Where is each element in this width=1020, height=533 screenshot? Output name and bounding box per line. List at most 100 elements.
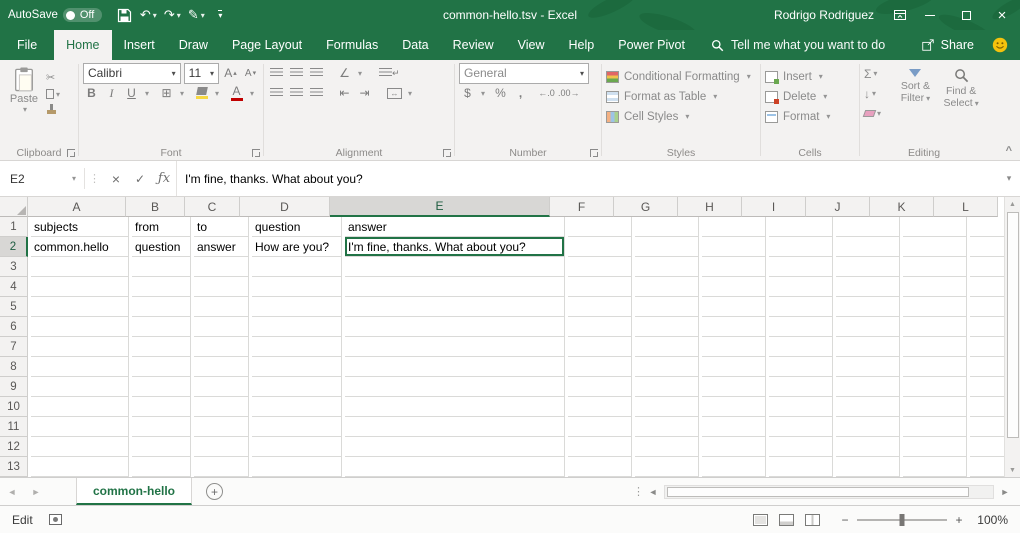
cell-D4[interactable]	[252, 277, 342, 297]
bold-button[interactable]: B	[83, 83, 100, 103]
tab-file[interactable]: File	[0, 30, 54, 60]
cell-F10[interactable]	[568, 397, 632, 417]
clear-dropdown-icon[interactable]: ▾	[877, 109, 881, 118]
cell-H7[interactable]	[702, 337, 766, 357]
autosum-dropdown-icon[interactable]: ▾	[873, 69, 877, 78]
cell-G5[interactable]	[635, 297, 699, 317]
merge-center-button[interactable]: ↔	[386, 83, 403, 103]
format-cells-button[interactable]: Format ▾	[765, 108, 855, 125]
cell-A4[interactable]	[31, 277, 129, 297]
column-header-B[interactable]: B	[126, 197, 185, 217]
cell-B13[interactable]	[132, 457, 191, 477]
cell-H12[interactable]	[702, 437, 766, 457]
cell-A2[interactable]: common.hello	[31, 237, 129, 257]
cell-I9[interactable]	[769, 377, 833, 397]
cell-D8[interactable]	[252, 357, 342, 377]
insert-cells-button[interactable]: Insert ▾	[765, 68, 855, 85]
formula-bar-expand-button[interactable]: ▾	[998, 161, 1020, 196]
cell-D2[interactable]: How are you?	[252, 237, 342, 257]
cell-D3[interactable]	[252, 257, 342, 277]
cell-A12[interactable]	[31, 437, 129, 457]
column-header-C[interactable]: C	[185, 197, 240, 217]
row-header-4[interactable]: 4	[0, 277, 28, 297]
hscroll-left-button[interactable]: ◄	[644, 487, 662, 497]
number-dialog-launcher-icon[interactable]	[590, 149, 598, 157]
align-middle-button[interactable]	[288, 63, 305, 83]
scroll-up-icon[interactable]: ▲	[1005, 197, 1020, 211]
undo-button[interactable]: ↶▾	[136, 0, 160, 30]
cell-I1[interactable]	[769, 217, 833, 237]
cell-E1[interactable]: answer	[345, 217, 565, 237]
font-color-button[interactable]: A	[228, 83, 245, 103]
share-button[interactable]: Share	[921, 30, 974, 60]
column-header-D[interactable]: D	[240, 197, 330, 217]
align-right-button[interactable]	[308, 83, 325, 103]
autosave-toggle[interactable]: AutoSave Off	[8, 8, 102, 22]
font-size-dropdown-icon[interactable]: ▾	[210, 69, 214, 78]
cell-styles-dropdown-icon[interactable]: ▾	[685, 112, 689, 121]
row-header-5[interactable]: 5	[0, 297, 28, 317]
cell-H1[interactable]	[702, 217, 766, 237]
wrap-text-button[interactable]: ↵	[379, 63, 400, 83]
cell-K13[interactable]	[903, 457, 967, 477]
cell-A9[interactable]	[31, 377, 129, 397]
align-center-button[interactable]	[288, 83, 305, 103]
sort-filter-button[interactable]: Sort & Filter▾	[893, 65, 939, 122]
cell-H5[interactable]	[702, 297, 766, 317]
merge-center-dropdown-icon[interactable]: ▾	[408, 89, 412, 98]
zoom-slider-thumb[interactable]	[900, 514, 905, 526]
tab-insert[interactable]: Insert	[112, 30, 167, 60]
cell-G13[interactable]	[635, 457, 699, 477]
insert-cells-dropdown-icon[interactable]: ▾	[819, 72, 823, 81]
delete-cells-button[interactable]: Delete ▾	[765, 88, 855, 105]
user-name[interactable]: Rodrigo Rodriguez	[774, 8, 874, 22]
feedback-smiley-button[interactable]	[992, 30, 1008, 60]
cell-K5[interactable]	[903, 297, 967, 317]
row-header-7[interactable]: 7	[0, 337, 28, 357]
vertical-scrollbar[interactable]: ▲ ▼	[1004, 197, 1020, 477]
paste-button[interactable]: Paste ▾	[4, 66, 44, 115]
fill-color-dropdown-icon[interactable]: ▾	[215, 89, 219, 98]
cell-D5[interactable]	[252, 297, 342, 317]
cell-G6[interactable]	[635, 317, 699, 337]
cell-C6[interactable]	[194, 317, 249, 337]
cut-button[interactable]: ✂	[46, 71, 60, 84]
cell-B6[interactable]	[132, 317, 191, 337]
underline-button[interactable]: U	[123, 83, 140, 103]
cell-J6[interactable]	[836, 317, 900, 337]
cell-K4[interactable]	[903, 277, 967, 297]
cell-E5[interactable]	[345, 297, 565, 317]
cell-I11[interactable]	[769, 417, 833, 437]
cell-C1[interactable]: to	[194, 217, 249, 237]
cell-D6[interactable]	[252, 317, 342, 337]
cell-A6[interactable]	[31, 317, 129, 337]
cell-E13[interactable]	[345, 457, 565, 477]
copy-button[interactable]: ▾	[46, 89, 60, 99]
cell-B4[interactable]	[132, 277, 191, 297]
cell-C2[interactable]: answer	[194, 237, 249, 257]
cell-F9[interactable]	[568, 377, 632, 397]
borders-button[interactable]: ⊞	[158, 83, 175, 103]
cell-F6[interactable]	[568, 317, 632, 337]
cell-G4[interactable]	[635, 277, 699, 297]
cell-J3[interactable]	[836, 257, 900, 277]
fill-color-button[interactable]	[193, 83, 210, 103]
accounting-format-button[interactable]: $	[459, 83, 476, 103]
cell-C11[interactable]	[194, 417, 249, 437]
cell-C4[interactable]	[194, 277, 249, 297]
cell-G12[interactable]	[635, 437, 699, 457]
copy-dropdown-icon[interactable]: ▾	[56, 90, 60, 99]
cell-G2[interactable]	[635, 237, 699, 257]
cell-A1[interactable]: subjects	[31, 217, 129, 237]
row-header-13[interactable]: 13	[0, 457, 28, 477]
tab-scroll-divider[interactable]: ⋮	[633, 485, 644, 498]
cell-B2[interactable]: question	[132, 237, 191, 257]
zoom-out-button[interactable]: −	[838, 513, 852, 527]
italic-button[interactable]: I	[103, 83, 120, 103]
cell-C10[interactable]	[194, 397, 249, 417]
cell-E8[interactable]	[345, 357, 565, 377]
column-header-J[interactable]: J	[806, 197, 870, 217]
cell-D1[interactable]: question	[252, 217, 342, 237]
autosave-switch[interactable]: Off	[63, 8, 102, 22]
cell-K10[interactable]	[903, 397, 967, 417]
